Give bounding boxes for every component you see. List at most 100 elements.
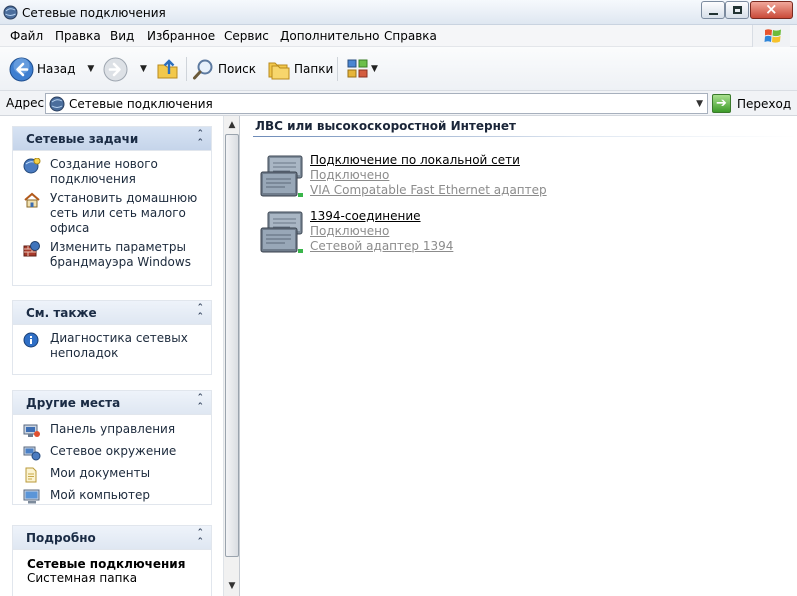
new-connection-icon: [23, 158, 41, 174]
content-area: ЛВС или высокоскоростной Интернет Подклю…: [240, 116, 797, 596]
collapse-icon[interactable]: ˆˆ: [198, 303, 204, 323]
menu-tools[interactable]: Сервис: [224, 29, 269, 43]
menu-edit[interactable]: Правка: [55, 29, 101, 43]
toolbar: Назад ▼ ▼ Поиск Папки ▼: [0, 47, 797, 91]
explorer-window: Сетевые подключения × Файл Правка Вид Из…: [0, 0, 797, 596]
windows-flag-icon: [764, 29, 781, 43]
menu-file[interactable]: Файл: [10, 29, 43, 43]
place-my-documents[interactable]: Мои документы: [23, 466, 203, 483]
up-folder-button[interactable]: [156, 55, 180, 83]
windows-logo: [752, 25, 790, 47]
forward-dropdown-icon[interactable]: ▼: [140, 64, 147, 74]
info-icon: [23, 332, 39, 348]
task-pane-scrollbar[interactable]: ▲ ▼: [223, 116, 240, 596]
see-also-header[interactable]: См. также ˆˆ: [13, 301, 211, 325]
connection-name: Подключение по локальной сети: [310, 153, 520, 167]
place-label: Мой компьютер: [50, 488, 150, 502]
menu-view[interactable]: Вид: [110, 29, 134, 43]
views-icon: [347, 59, 368, 78]
connection-device: VIA Compatable Fast Ethernet адаптер: [310, 183, 547, 197]
details-panel: Подробно ˆˆ Сетевые подключения Системна…: [12, 525, 212, 596]
task-pane: Сетевые задачи ˆˆ Создание нового подклю…: [0, 116, 223, 596]
collapse-icon[interactable]: ˆˆ: [198, 129, 204, 149]
details-name: Сетевые подключения: [27, 557, 186, 571]
views-dropdown-icon[interactable]: ▼: [371, 64, 378, 74]
maximize-button[interactable]: [725, 1, 749, 19]
connection-item[interactable]: Подключение по локальной сети Подключено…: [260, 153, 780, 203]
network-places-icon: [23, 446, 41, 461]
firewall-icon: [23, 241, 40, 257]
details-type: Системная папка: [27, 571, 138, 585]
go-arrow-icon: ➔: [712, 94, 731, 113]
title-bar[interactable]: Сетевые подключения ×: [0, 0, 797, 25]
details-header[interactable]: Подробно ˆˆ: [13, 526, 211, 550]
link-network-diagnostics[interactable]: Диагностика сетевых неполадок: [23, 331, 203, 361]
place-label: Панель управления: [50, 422, 176, 436]
connection-name: 1394-соединение: [310, 209, 421, 223]
network-adapter-icon: [260, 211, 303, 253]
network-tasks-header[interactable]: Сетевые задачи ˆˆ: [13, 127, 211, 151]
group-header: ЛВС или высокоскоростной Интернет: [255, 119, 516, 133]
menu-help[interactable]: Справка: [384, 29, 437, 43]
other-places-header[interactable]: Другие места ˆˆ: [13, 391, 211, 415]
group-divider: [253, 136, 797, 137]
toolbar-separator: [337, 57, 338, 81]
connection-status: Подключено: [310, 168, 390, 182]
address-bar: Адрес: Сетевые подключения ▼ ➔ Переход: [0, 91, 797, 116]
collapse-icon[interactable]: ˆˆ: [198, 393, 204, 413]
task-label: Изменить параметры брандмауэра Windows: [50, 240, 191, 269]
menu-favorites[interactable]: Избранное: [147, 29, 215, 43]
close-button[interactable]: ×: [750, 0, 793, 19]
address-dropdown-icon[interactable]: ▼: [696, 99, 703, 109]
panel-title: См. также: [26, 306, 97, 320]
task-new-connection[interactable]: Создание нового подключения: [23, 157, 203, 187]
home-network-icon: [24, 192, 40, 208]
window-title: Сетевые подключения: [22, 6, 166, 20]
network-connections-icon: [49, 96, 65, 112]
back-arrow-icon: [9, 57, 34, 81]
forward-button[interactable]: ▼: [103, 55, 147, 83]
place-label: Мои документы: [50, 466, 151, 480]
connection-status: Подключено: [310, 224, 390, 238]
scroll-down-icon[interactable]: ▼: [225, 578, 239, 594]
back-label: Назад: [37, 62, 76, 76]
address-label: Адрес:: [6, 96, 49, 110]
close-icon: ×: [765, 0, 778, 18]
search-button[interactable]: Поиск: [192, 55, 256, 83]
views-button[interactable]: ▼: [346, 55, 378, 83]
task-label: Установить домашнюю сеть или сеть малого…: [50, 191, 198, 235]
place-control-panel[interactable]: Панель управления: [23, 422, 203, 439]
toolbar-separator: [186, 57, 187, 81]
search-label: Поиск: [218, 62, 257, 76]
task-firewall-settings[interactable]: Изменить параметры брандмауэра Windows: [23, 240, 203, 270]
minimize-button[interactable]: [701, 1, 725, 19]
up-folder-icon: [157, 59, 178, 79]
back-dropdown-icon[interactable]: ▼: [87, 64, 94, 74]
go-button[interactable]: ➔ Переход: [712, 93, 791, 114]
network-connections-icon: [3, 5, 18, 20]
folders-button[interactable]: Папки: [267, 55, 333, 83]
forward-arrow-icon: [103, 57, 128, 81]
control-panel-icon: [23, 424, 40, 437]
scroll-thumb[interactable]: [225, 134, 239, 557]
scroll-up-icon[interactable]: ▲: [225, 117, 239, 133]
panel-title: Сетевые задачи: [26, 132, 139, 146]
my-documents-icon: [25, 467, 37, 483]
maximize-icon: [733, 6, 742, 14]
go-label: Переход: [737, 96, 792, 111]
network-adapter-icon: [260, 155, 303, 197]
task-home-network[interactable]: Установить домашнюю сеть или сеть малого…: [23, 191, 203, 236]
address-value: Сетевые подключения: [69, 97, 213, 111]
menu-bar: Файл Правка Вид Избранное Сервис Дополни…: [0, 25, 797, 47]
place-my-computer[interactable]: Мой компьютер: [23, 488, 203, 505]
menu-advanced[interactable]: Дополнительно: [280, 29, 380, 43]
see-also-panel: См. также ˆˆ Диагностика сетевых неполад…: [12, 300, 212, 375]
connection-item[interactable]: 1394-соединение Подключено Сетевой адапт…: [260, 209, 780, 259]
connection-device: Сетевой адаптер 1394: [310, 239, 454, 253]
network-tasks-panel: Сетевые задачи ˆˆ Создание нового подклю…: [12, 126, 212, 286]
collapse-icon[interactable]: ˆˆ: [198, 528, 204, 548]
back-button[interactable]: Назад ▼: [9, 55, 94, 83]
folders-icon: [268, 62, 290, 80]
address-input[interactable]: Сетевые подключения ▼: [45, 93, 708, 114]
place-network-places[interactable]: Сетевое окружение: [23, 444, 203, 461]
